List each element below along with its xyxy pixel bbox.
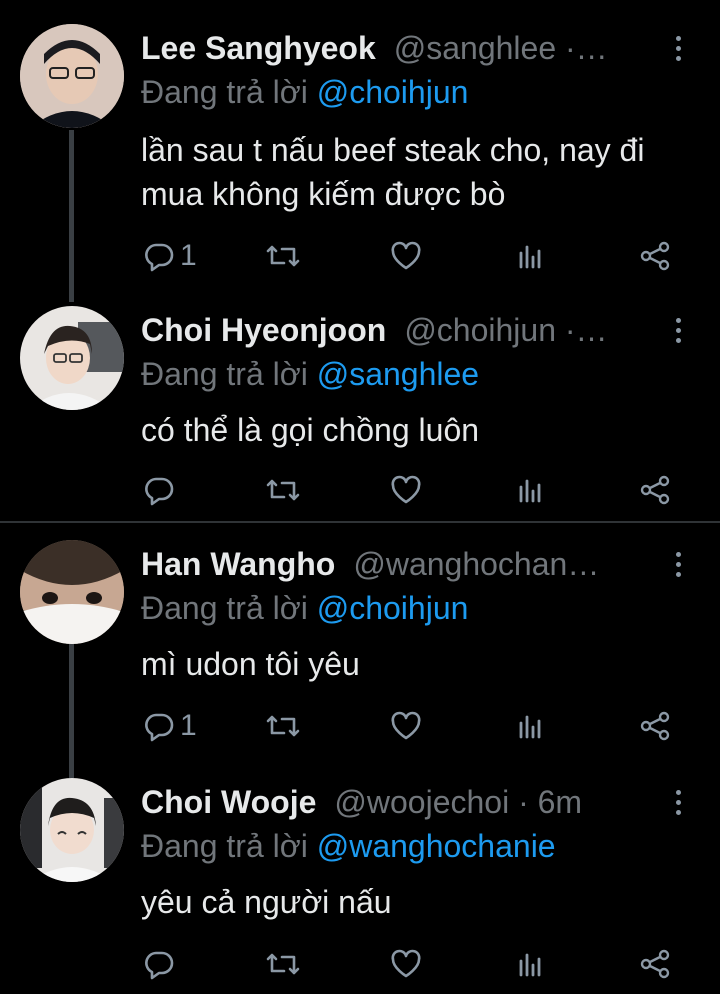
retweet-icon [266,479,300,501]
replying-to: Đang trả lời @choihjun [141,74,468,111]
tweet[interactable]: Choi Hyeonjoon @choihjun ·… Đang trả lời… [0,306,720,522]
share-icon [640,241,670,271]
avatar[interactable] [20,778,124,882]
reply-button[interactable] [142,944,180,984]
analytics-button[interactable] [516,470,546,510]
analytics-icon [519,245,541,269]
tweet-text: có thể là gọi chồng luôn [141,412,480,448]
tweet-header: Choi Hyeonjoon @choihjun ·… [141,308,661,352]
more-icon[interactable] [668,544,688,584]
share-button[interactable] [638,470,672,510]
display-name[interactable]: Lee Sanghyeok [141,30,376,67]
share-icon [640,475,670,505]
share-button[interactable] [638,706,672,746]
more-icon[interactable] [668,782,688,822]
replying-to: Đang trả lời @wanghochanie [141,828,556,865]
reply-count: 1 [180,239,197,272]
replying-to-label: Đang trả lời [141,590,308,626]
mention-link[interactable]: @choihjun [317,590,469,626]
retweet-button[interactable] [264,706,302,746]
retweet-icon [266,715,300,737]
replying-to-label: Đang trả lời [141,74,308,110]
reply-button[interactable]: 1 [142,706,197,746]
display-name[interactable]: Choi Hyeonjoon [141,312,386,349]
replying-to-label: Đang trả lời [141,356,308,392]
tweet[interactable]: Choi Wooje @woojechoi · 6m Đang trả lời … [0,778,720,994]
like-icon [391,475,421,504]
analytics-button[interactable] [516,706,546,746]
tweet-text: yêu cả người nấu [141,884,392,920]
like-icon [391,711,421,740]
retweet-icon [266,245,300,267]
analytics-button[interactable] [516,236,546,276]
share-icon [640,949,670,979]
analytics-button[interactable] [516,944,546,984]
like-icon [391,241,421,270]
analytics-icon [519,715,541,739]
retweet-button[interactable] [264,470,302,510]
like-button[interactable] [389,944,423,984]
reply-icon [145,713,174,742]
reply-count: 1 [180,709,197,742]
display-name[interactable]: Han Wangho [141,546,335,583]
more-icon[interactable] [668,28,688,68]
like-button[interactable] [389,706,423,746]
replying-to: Đang trả lời @sanghlee [141,356,479,393]
display-name[interactable]: Choi Wooje [141,784,316,821]
avatar[interactable] [20,540,124,644]
retweet-button[interactable] [264,944,302,984]
analytics-icon [519,479,541,503]
tweet-actions: 1 [0,706,720,746]
tweet-text: lần sau t nấu beef steak cho, nay đi mua… [141,132,645,212]
reply-icon [145,243,174,272]
handle-and-time[interactable]: @wanghochan… [353,546,661,583]
tweet[interactable]: Lee Sanghyeok @sanghlee ·… Đang trả lời … [0,24,720,274]
reply-button[interactable] [142,470,180,510]
handle-and-time[interactable]: @woojechoi · 6m [334,784,661,821]
share-button[interactable] [638,944,672,984]
reply-icon [145,477,174,506]
avatar[interactable] [20,24,124,128]
share-button[interactable] [638,236,672,276]
mention-link[interactable]: @sanghlee [317,356,479,392]
tweet[interactable]: Han Wangho @wanghochan… Đang trả lời @ch… [0,540,720,760]
tweet-actions [0,470,720,510]
retweet-icon [266,953,300,975]
replying-to-label: Đang trả lời [141,828,308,864]
mention-link[interactable]: @wanghochanie [317,828,556,864]
tweet-text: mì udon tôi yêu [141,646,360,682]
retweet-button[interactable] [264,236,302,276]
mention-link[interactable]: @choihjun [317,74,469,110]
handle-and-time[interactable]: @choihjun ·… [404,312,661,349]
like-button[interactable] [389,470,423,510]
tweet-header: Han Wangho @wanghochan… [141,542,661,586]
handle-and-time[interactable]: @sanghlee ·… [394,30,661,67]
tweet-actions: 1 [0,236,720,276]
avatar[interactable] [20,306,124,410]
reply-button[interactable]: 1 [142,236,197,276]
reply-icon [145,951,174,980]
like-icon [391,949,421,978]
more-icon[interactable] [668,310,688,350]
tweet-header: Choi Wooje @woojechoi · 6m [141,780,661,824]
tweet-actions [0,944,720,984]
replying-to: Đang trả lời @choihjun [141,590,468,627]
like-button[interactable] [389,236,423,276]
share-icon [640,711,670,741]
analytics-icon [519,953,541,977]
tweet-header: Lee Sanghyeok @sanghlee ·… [141,26,661,70]
thread-divider [0,521,720,523]
